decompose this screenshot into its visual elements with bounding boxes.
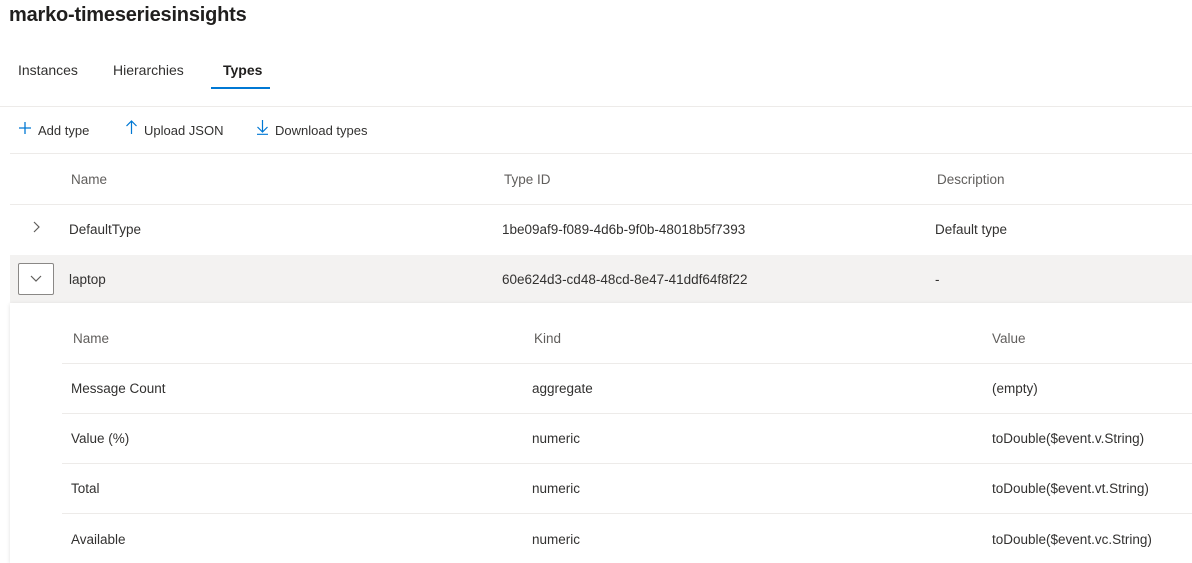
column-header-name[interactable]: Name bbox=[71, 172, 107, 187]
variable-value: (empty) bbox=[992, 381, 1038, 396]
divider bbox=[62, 513, 1192, 514]
upload-icon bbox=[125, 118, 144, 144]
type-name: laptop bbox=[69, 272, 106, 287]
divider bbox=[10, 153, 1192, 154]
active-tab-indicator bbox=[211, 87, 270, 89]
divider bbox=[0, 106, 1192, 107]
divider bbox=[10, 204, 1192, 205]
variable-kind: numeric bbox=[532, 481, 581, 496]
variable-name: Available bbox=[71, 532, 126, 547]
collapse-row-button[interactable] bbox=[18, 263, 54, 295]
add-type-button[interactable]: Add type bbox=[18, 117, 89, 145]
download-types-label: Download types bbox=[275, 123, 368, 138]
tab-types[interactable]: Types bbox=[223, 52, 262, 90]
variable-value: toDouble($event.vt.String) bbox=[992, 481, 1149, 496]
divider bbox=[62, 413, 1192, 414]
chevron-down-icon bbox=[29, 270, 43, 288]
page-title: marko-timeseriesinsights bbox=[9, 4, 247, 26]
chevron-right-icon bbox=[31, 220, 41, 239]
tab-instances[interactable]: Instances bbox=[18, 52, 78, 90]
column-header-type-id[interactable]: Type ID bbox=[504, 172, 551, 187]
variable-name: Value (%) bbox=[71, 431, 130, 446]
column-header-variable-name: Name bbox=[73, 331, 110, 346]
type-id: 60e624d3-cd48-48cd-8e47-41ddf64f8f22 bbox=[502, 272, 748, 287]
column-header-value: Value bbox=[992, 331, 1026, 346]
variable-value: toDouble($event.v.String) bbox=[992, 431, 1145, 446]
column-header-description[interactable]: Description bbox=[937, 172, 1005, 187]
upload-json-button[interactable]: Upload JSON bbox=[125, 117, 223, 145]
download-types-button[interactable]: Download types bbox=[256, 117, 368, 145]
variable-kind: numeric bbox=[532, 431, 581, 446]
variable-kind: numeric bbox=[532, 532, 581, 547]
add-type-label: Add type bbox=[38, 123, 90, 138]
type-id: 1be09af9-f089-4d6b-9f0b-48018b5f7393 bbox=[502, 222, 746, 237]
command-bar: Add type Upload JSON Download types bbox=[0, 117, 1192, 145]
column-header-kind: Kind bbox=[534, 331, 562, 346]
variable-name: Total bbox=[71, 481, 100, 496]
variable-kind: aggregate bbox=[532, 381, 593, 396]
type-description: - bbox=[935, 272, 940, 287]
divider bbox=[62, 463, 1192, 464]
expand-row-button[interactable] bbox=[18, 213, 54, 245]
type-description: Default type bbox=[935, 222, 1008, 237]
divider bbox=[62, 363, 1192, 364]
download-icon bbox=[256, 118, 275, 144]
upload-json-label: Upload JSON bbox=[144, 123, 224, 138]
variable-value: toDouble($event.vc.String) bbox=[992, 532, 1152, 547]
add-icon bbox=[18, 118, 38, 144]
tab-bar: Instances Hierarchies Types bbox=[0, 52, 1192, 92]
tab-hierarchies[interactable]: Hierarchies bbox=[113, 52, 184, 90]
variable-name: Message Count bbox=[71, 381, 166, 396]
type-name: DefaultType bbox=[69, 222, 142, 237]
